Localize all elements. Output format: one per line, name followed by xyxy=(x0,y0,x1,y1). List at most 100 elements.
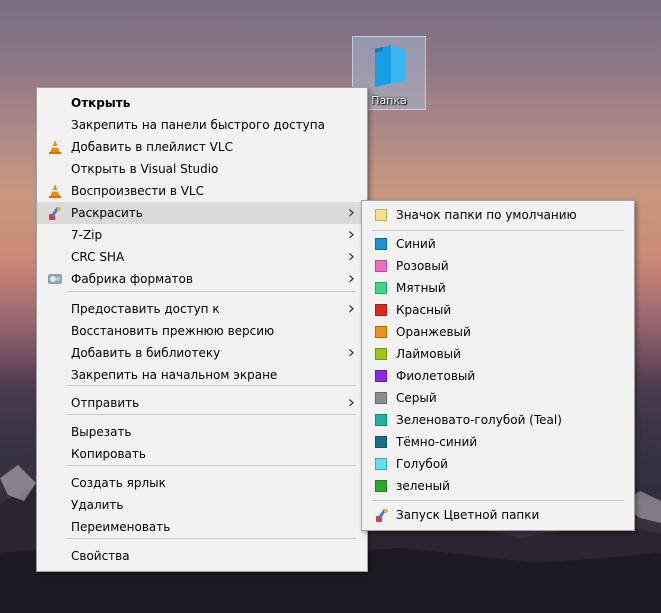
submenu-color-12[interactable]: зеленый xyxy=(362,475,634,497)
folder-color-icon xyxy=(375,414,387,426)
colorize-submenu: Значок папки по умолчанию Синий Розовый Мят… xyxy=(361,200,635,531)
submenu-item-label: Серый xyxy=(396,391,437,405)
menu-separator xyxy=(372,500,624,501)
chevron-right-icon: › xyxy=(347,246,355,267)
submenu-default-folder[interactable]: Значок папки по умолчанию xyxy=(362,204,634,226)
submenu-color-11[interactable]: Голубой xyxy=(362,453,634,475)
menu-item-label: CRC SHA xyxy=(71,250,125,264)
submenu-color-2[interactable]: Розовый xyxy=(362,255,634,277)
menu-separator xyxy=(67,538,356,539)
submenu-color-7[interactable]: Фиолетовый xyxy=(362,365,634,387)
menu-item-label: Свойства xyxy=(71,549,130,563)
submenu-color-3[interactable]: Мятный xyxy=(362,277,634,299)
chevron-right-icon: › xyxy=(347,202,355,223)
menu-separator xyxy=(67,465,356,466)
vlc-icon xyxy=(47,139,63,155)
menu-item-8[interactable]: CRC SHA › xyxy=(37,246,367,268)
folder-color-icon xyxy=(375,370,387,382)
menu-item-19[interactable]: Переименовать xyxy=(37,516,367,538)
paintbrush-icon xyxy=(374,507,390,523)
submenu-item-label: Значок папки по умолчанию xyxy=(396,208,577,222)
chevron-right-icon: › xyxy=(347,392,355,413)
menu-item-label: Вырезать xyxy=(71,425,132,439)
menu-item-10[interactable]: Предоставить доступ к › xyxy=(37,298,367,320)
blue-folder-icon xyxy=(375,45,405,87)
submenu-item-label: зеленый xyxy=(396,479,450,493)
folder-color-icon xyxy=(375,282,387,294)
submenu-color-8[interactable]: Серый xyxy=(362,387,634,409)
menu-item-17[interactable]: Создать ярлык xyxy=(37,472,367,494)
menu-item-label: Закрепить на панели быстрого доступа xyxy=(71,118,325,132)
submenu-item-label: Синий xyxy=(396,237,436,251)
menu-item-16[interactable]: Копировать xyxy=(37,443,367,465)
menu-item-label: Открыть в Visual Studio xyxy=(71,162,219,176)
folder-color-icon xyxy=(375,238,387,250)
menu-separator xyxy=(372,230,624,231)
menu-item-label: Восстановить прежнюю версию xyxy=(71,324,275,338)
folder-color-icon xyxy=(375,326,387,338)
submenu-item-label: Запуск Цветной папки xyxy=(396,508,540,522)
submenu-launch-colorfolder[interactable]: Запуск Цветной папки xyxy=(362,504,634,526)
menu-item-4[interactable]: Открыть в Visual Studio xyxy=(37,158,367,180)
submenu-color-4[interactable]: Красный xyxy=(362,299,634,321)
submenu-color-5[interactable]: Оранжевый xyxy=(362,321,634,343)
menu-item-9[interactable]: Фабрика форматов › xyxy=(37,268,367,290)
menu-item-1[interactable]: Открыть xyxy=(37,92,367,114)
submenu-item-label: Красный xyxy=(396,303,452,317)
menu-item-label: 7-Zip xyxy=(71,228,103,242)
menu-separator xyxy=(67,385,356,386)
chevron-right-icon: › xyxy=(347,342,355,363)
submenu-item-label: Лаймовый xyxy=(396,347,461,361)
menu-item-label: Воспроизвести в VLC xyxy=(71,184,204,198)
submenu-item-label: Тёмно-синий xyxy=(396,435,478,449)
folder-color-icon xyxy=(375,392,387,404)
submenu-color-6[interactable]: Лаймовый xyxy=(362,343,634,365)
chevron-right-icon: › xyxy=(347,268,355,289)
folder-color-icon xyxy=(375,436,387,448)
submenu-item-label: Мятный xyxy=(396,281,446,295)
menu-item-2[interactable]: Закрепить на панели быстрого доступа xyxy=(37,114,367,136)
menu-item-label: Добавить в плейлист VLC xyxy=(71,140,233,154)
menu-item-18[interactable]: Удалить xyxy=(37,494,367,516)
menu-item-11[interactable]: Восстановить прежнюю версию xyxy=(37,320,367,342)
folder-color-icon xyxy=(375,260,387,272)
chevron-right-icon: › xyxy=(347,298,355,319)
chevron-right-icon: › xyxy=(347,224,355,245)
menu-item-7[interactable]: 7-Zip › xyxy=(37,224,367,246)
submenu-item-label: Розовый xyxy=(396,259,449,273)
vlc-icon xyxy=(47,183,63,199)
menu-item-15[interactable]: Вырезать xyxy=(37,421,367,443)
menu-item-14[interactable]: Отправить › xyxy=(37,392,367,414)
folder-color-icon xyxy=(375,209,387,221)
menu-item-13[interactable]: Закрепить на начальном экране xyxy=(37,364,367,386)
menu-item-20[interactable]: Свойства xyxy=(37,545,367,567)
submenu-item-label: Фиолетовый xyxy=(396,369,476,383)
menu-item-label: Отправить xyxy=(71,396,140,410)
menu-item-label: Копировать xyxy=(71,447,146,461)
submenu-item-label: Зеленовато-голубой (Teal) xyxy=(396,413,562,427)
menu-item-label: Раскрасить xyxy=(71,206,143,220)
submenu-item-label: Голубой xyxy=(396,457,448,471)
menu-separator xyxy=(67,291,356,292)
menu-item-label: Предоставить доступ к xyxy=(71,302,220,316)
context-menu: Открыть Закрепить на панели быстрого дост… xyxy=(36,87,368,572)
menu-item-12[interactable]: Добавить в библиотеку › xyxy=(37,342,367,364)
submenu-color-9[interactable]: Зеленовато-голубой (Teal) xyxy=(362,409,634,431)
submenu-color-10[interactable]: Тёмно-синий xyxy=(362,431,634,453)
submenu-color-1[interactable]: Синий xyxy=(362,233,634,255)
folder-color-icon xyxy=(375,304,387,316)
menu-item-label: Добавить в библиотеку xyxy=(71,346,221,360)
menu-item-5[interactable]: Воспроизвести в VLC xyxy=(37,180,367,202)
menu-item-3[interactable]: Добавить в плейлист VLC xyxy=(37,136,367,158)
menu-item-label: Переименовать xyxy=(71,520,171,534)
format-factory-icon xyxy=(47,271,63,287)
submenu-item-label: Оранжевый xyxy=(396,325,471,339)
menu-item-6[interactable]: Раскрасить › xyxy=(37,202,367,224)
menu-separator xyxy=(67,414,356,415)
folder-color-icon xyxy=(375,458,387,470)
menu-item-label: Закрепить на начальном экране xyxy=(71,368,278,382)
folder-color-icon xyxy=(375,480,387,492)
menu-item-label: Удалить xyxy=(71,498,124,512)
menu-item-label: Создать ярлык xyxy=(71,476,166,490)
paintbrush-icon xyxy=(47,205,63,221)
